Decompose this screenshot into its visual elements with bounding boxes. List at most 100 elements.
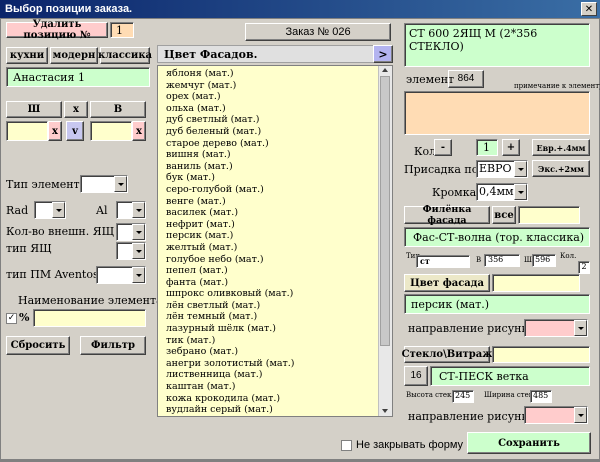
filter-classic-button[interactable]: классика	[98, 47, 152, 64]
facade-color-search-input[interactable]	[492, 274, 580, 292]
qty-plus-button[interactable]: +	[502, 139, 520, 156]
color-list-item[interactable]: лиственница (мат.)	[166, 369, 392, 381]
prisadka-select[interactable]: ЕВРО	[476, 160, 528, 178]
rad-select[interactable]	[34, 201, 66, 219]
element-name-label: Наименование элемента	[18, 294, 163, 307]
color-list-item[interactable]: дуб светлый (мат.)	[166, 114, 392, 126]
color-list-item[interactable]: яблоня (мат.)	[166, 68, 392, 80]
color-list-item[interactable]: ольха (мат.)	[166, 103, 392, 115]
color-list-item[interactable]: кожа крокодила (мат.)	[166, 393, 392, 405]
swap-dims-button[interactable]: v	[66, 121, 84, 141]
outer-drawers-select[interactable]	[116, 223, 146, 241]
color-list-item[interactable]: голубое небо (мат.)	[166, 254, 392, 266]
delete-position-button[interactable]: Удалить позицию №	[6, 19, 108, 41]
direction-select[interactable]	[524, 319, 588, 337]
filenka-value[interactable]: Фас-СТ-волна (тор. классика)	[404, 227, 590, 247]
kromka-select[interactable]: 0,4мм	[476, 183, 528, 201]
glass-button[interactable]: Стекло\Витраж	[401, 346, 493, 363]
color-list-item[interactable]: желтый (мат.)	[166, 242, 392, 254]
percent-checkbox[interactable]: ✓	[6, 313, 17, 324]
all-button[interactable]: все	[492, 206, 516, 224]
color-list-item[interactable]: вишня (мат.)	[166, 149, 392, 161]
chevron-down-icon	[114, 176, 127, 192]
width-input[interactable]	[6, 121, 48, 141]
clear-width-button[interactable]: x	[48, 121, 62, 141]
outer-drawers-label: Кол-во внешн. ЯЩ	[6, 225, 115, 238]
qty-field[interactable]: 1	[476, 139, 498, 156]
drawer-type-select[interactable]	[116, 242, 146, 260]
euro-edge-button[interactable]: Евр.+.4мм	[532, 139, 590, 156]
list-scrollbar[interactable]	[378, 66, 392, 416]
color-list-item[interactable]: анегри золотистый (мат.)	[166, 358, 392, 370]
clear-width-label: x	[52, 125, 58, 137]
filter-kitchens-label: кухни	[9, 50, 45, 61]
close-button[interactable]: ✕	[581, 2, 597, 16]
color-list-item[interactable]: старое дерево (мат.)	[166, 138, 392, 150]
filter-button[interactable]: Фильтр	[80, 336, 146, 355]
color-list-item[interactable]: вудлайн серый (мат.)	[166, 404, 392, 416]
color-list-item[interactable]: тик (мат.)	[166, 335, 392, 347]
color-list-item[interactable]: зебрано (мат.)	[166, 346, 392, 358]
aventos-select[interactable]	[96, 266, 146, 284]
next-button[interactable]: >	[373, 45, 393, 63]
chevron-down-icon	[574, 407, 587, 423]
element-type-select[interactable]	[80, 175, 128, 193]
color-list-item[interactable]: лён темный (мат.)	[166, 311, 392, 323]
width-header-label: Ш	[27, 104, 41, 115]
color-list-item[interactable]: шпрокс оливковый (мат.)	[166, 288, 392, 300]
dims-type-value: ст	[416, 255, 470, 268]
color-list-item[interactable]: бук (мат.)	[166, 172, 392, 184]
color-list-item[interactable]: орех (мат.)	[166, 91, 392, 103]
color-list-item[interactable]: дуб беленый (мат.)	[166, 126, 392, 138]
facade-color-value[interactable]: персик (мат.)	[404, 294, 590, 314]
color-list-item[interactable]: персик (мат.)	[166, 230, 392, 242]
color-list-item[interactable]: серо-голубой (мат.)	[166, 184, 392, 196]
color-list-item[interactable]: пепел (мат.)	[166, 265, 392, 277]
chevron-down-icon	[52, 202, 65, 218]
customer-field[interactable]: Анастасия 1	[6, 67, 150, 87]
glass-search-input[interactable]	[492, 346, 590, 363]
al-select[interactable]	[116, 201, 146, 219]
glass-value[interactable]: СТ-ПЕСК ветка	[430, 366, 590, 386]
qty-minus-button[interactable]: -	[434, 139, 452, 156]
color-list-item[interactable]: василек (мат.)	[166, 207, 392, 219]
dims-h-value: 356	[484, 254, 520, 267]
color-list-item[interactable]: техно шампань (мат.)	[166, 416, 392, 417]
element-name-input[interactable]	[33, 309, 146, 327]
prisadka-label: Присадка под	[404, 163, 486, 176]
clear-height-button[interactable]: x	[132, 121, 146, 141]
filter-modern-button[interactable]: модерн	[50, 47, 98, 64]
color-list-item[interactable]: жемчуг (мат.)	[166, 80, 392, 92]
reset-label: Сбросить	[10, 340, 66, 351]
color-list-item[interactable]: лазурный шёлк (мат.)	[166, 323, 392, 335]
scroll-thumb[interactable]	[380, 76, 390, 346]
dims-x-header: x	[64, 101, 88, 118]
note-field[interactable]	[404, 91, 590, 135]
filenka-button[interactable]: Филёнка фасада	[404, 204, 490, 226]
facade-color-list[interactable]: яблоня (мат.) жемчуг (мат.) орех (мат.) оль…	[157, 65, 393, 417]
facade-color-button[interactable]: Цвет фасада	[404, 274, 490, 292]
reset-button[interactable]: Сбросить	[6, 336, 70, 355]
color-list-item[interactable]: венге (мат.)	[166, 196, 392, 208]
color-list-item[interactable]: нефрит (мат.)	[166, 219, 392, 231]
color-list-item[interactable]: каштан (мат.)	[166, 381, 392, 393]
color-list: яблоня (мат.) жемчуг (мат.) орех (мат.) оль…	[158, 66, 392, 417]
glass-button-label: Стекло\Витраж	[401, 349, 493, 360]
color-list-item[interactable]: ваниль (мат.)	[166, 161, 392, 173]
exc-edge-label: Экс.+2мм	[538, 163, 584, 174]
exc-edge-button[interactable]: Экс.+2мм	[532, 160, 590, 177]
filter-modern-label: модерн	[52, 50, 96, 61]
filenka-search-input[interactable]	[518, 206, 580, 224]
direction2-select[interactable]	[524, 406, 588, 424]
height-input[interactable]	[90, 121, 132, 141]
item-title-field[interactable]: СТ 600 2ЯЩ М (2*356 СТЕКЛО)	[404, 23, 590, 67]
filter-kitchens-button[interactable]: кухни	[6, 47, 48, 64]
percent-label: %	[19, 311, 30, 324]
color-list-item[interactable]: фанта (мат.)	[166, 277, 392, 289]
next-label: >	[378, 47, 388, 61]
keep-open-checkbox[interactable]	[341, 440, 352, 451]
swap-dims-label: v	[72, 125, 78, 137]
save-button[interactable]: Сохранить	[467, 432, 591, 454]
color-list-item[interactable]: лён светлый (мат.)	[166, 300, 392, 312]
prisadka-value: ЕВРО	[479, 162, 512, 175]
